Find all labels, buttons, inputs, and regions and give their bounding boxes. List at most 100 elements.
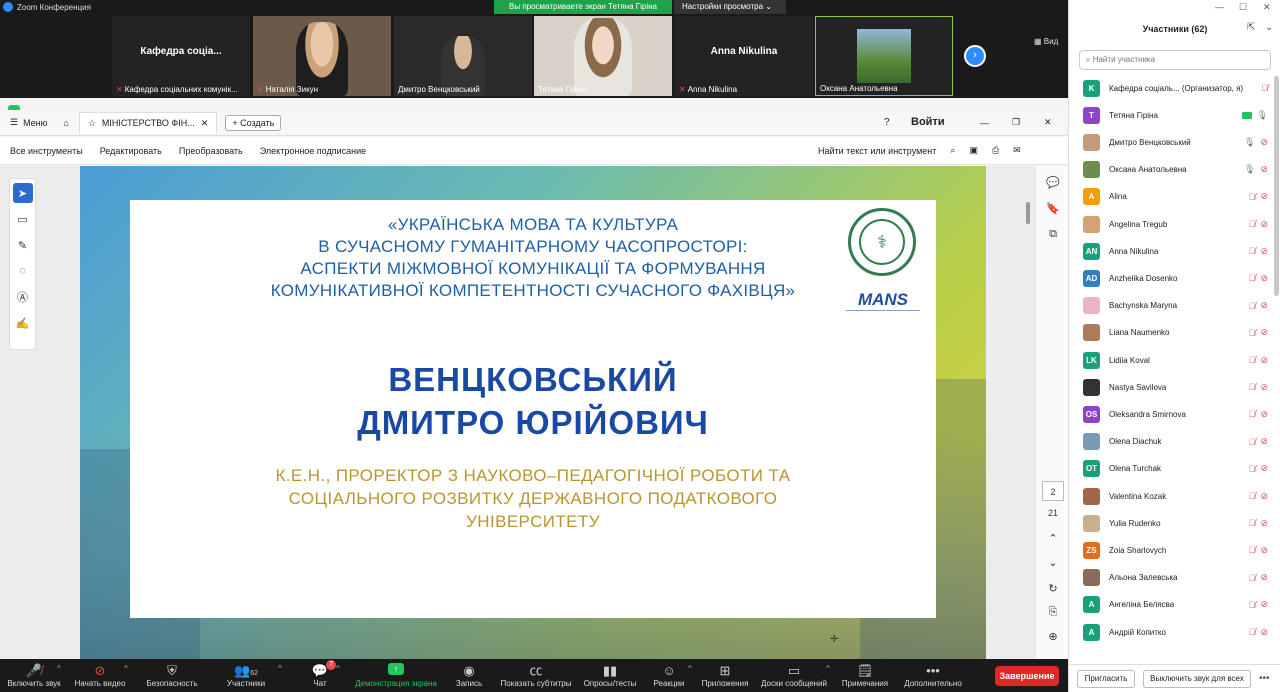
chevron-down-icon[interactable]: ⌄	[1045, 556, 1061, 572]
participant-row[interactable]: Дмитро Венцковський 🎙 ⊘	[1069, 130, 1274, 154]
video-tile[interactable]: Оксана Анатольевна	[815, 16, 953, 96]
chevron-up-icon[interactable]: ^	[336, 664, 340, 673]
participant-row[interactable]: Оксана Анатольевна 🎙 ⊘	[1069, 158, 1274, 182]
participant-row[interactable]: A Ангеліна Белясва 🎙̸ ⊘	[1069, 593, 1274, 617]
more-button[interactable]: ••• Дополнительно	[902, 659, 964, 692]
participant-row[interactable]: ZS Zoia Sharlovych 🎙̸ ⊘	[1069, 538, 1274, 562]
fit-page-icon[interactable]: ⎘	[1045, 606, 1061, 622]
chevron-up-icon[interactable]: ^	[57, 664, 61, 673]
pop-out-icon[interactable]: ⇱	[1247, 22, 1255, 33]
share-screen-icon: ↑	[388, 663, 404, 675]
participant-row[interactable]: Liana Naumenko 🎙̸ ⊘	[1069, 321, 1274, 345]
participant-row[interactable]: T Тетяна Гіріна 🎙	[1069, 103, 1274, 127]
find-label[interactable]: Найти текст или инструмент	[818, 146, 936, 156]
all-tools-button[interactable]: Все инструменты	[10, 146, 83, 156]
unmute-button[interactable]: 🎤̸ Включить звук	[6, 659, 62, 692]
participants-button[interactable]: 👥62 Участники	[226, 659, 266, 692]
lasso-icon[interactable]: ◌	[13, 261, 33, 281]
text-select-icon[interactable]: Ⓐ	[13, 287, 33, 307]
captions-button[interactable]: ㏄ Показать субтитры	[500, 659, 572, 692]
video-tile[interactable]: ✕ Наталія Зикун	[253, 16, 391, 96]
share-screen-button[interactable]: ↑ Демонстрация экрана	[354, 659, 438, 692]
participant-row[interactable]: K Кафедра соціаль... (Организатор, я) 🎙̸	[1069, 76, 1274, 100]
sign-icon[interactable]: ✍	[13, 313, 33, 333]
create-button[interactable]: + Создать	[225, 114, 282, 131]
participant-row[interactable]: A Alina 🎙̸ ⊘	[1069, 185, 1274, 209]
start-video-button[interactable]: ⊘ Начать видео	[74, 659, 126, 692]
video-tile[interactable]: Кафедра соціа... ✕ Кафедра соціальних ком…	[112, 16, 250, 96]
minimize-icon[interactable]: —	[1215, 2, 1224, 12]
print-icon[interactable]: ⎙	[992, 145, 999, 156]
chat-button[interactable]: 💬 7 Чат	[308, 659, 337, 692]
mic-muted-icon: 🎙̸	[1248, 463, 1256, 474]
select-cursor-icon[interactable]: ➤	[12, 183, 33, 203]
rotate-icon[interactable]: ↻	[1045, 582, 1061, 598]
video-tile[interactable]: Anna Nikulina ✕ Anna Nikulina	[675, 16, 813, 96]
chevron-up-icon[interactable]: ^	[278, 664, 282, 673]
participant-row[interactable]: Nastya Savilova 🎙̸ ⊘	[1069, 375, 1274, 399]
record-button[interactable]: ◉ Запись	[454, 659, 484, 692]
view-settings-dropdown[interactable]: Настройки просмотра ⌄	[674, 0, 786, 14]
mouse-cursor-icon: ✛	[830, 634, 839, 645]
maximize-icon[interactable]: ❐	[1012, 117, 1020, 128]
next-page-arrow-icon[interactable]: ›	[964, 45, 986, 67]
participant-row[interactable]: Bachynska Maryna 🎙̸ ⊘	[1069, 294, 1274, 318]
apps-button[interactable]: ⊞ Приложения	[700, 659, 750, 692]
esign-button[interactable]: Электронное подписание	[260, 146, 366, 156]
help-icon[interactable]: ?	[884, 117, 890, 128]
reactions-button[interactable]: ☺ Реакции	[652, 659, 686, 692]
notes-button[interactable]: 🗒 Примечания	[840, 659, 890, 692]
participant-row[interactable]: Olena Diachuk 🎙̸ ⊘	[1069, 430, 1274, 454]
save-icon[interactable]: ▣	[969, 145, 978, 156]
home-icon[interactable]: ⌂	[57, 118, 74, 128]
security-button[interactable]: ⛨ Безопасность	[146, 659, 198, 692]
current-page-field[interactable]: 2	[1042, 481, 1064, 501]
minimize-icon[interactable]: —	[980, 118, 989, 128]
close-icon[interactable]: ✕	[201, 118, 209, 129]
invite-button[interactable]: Пригласить	[1077, 670, 1135, 688]
chevron-up-icon[interactable]: ^	[826, 664, 830, 673]
video-tile[interactable]: Тетяна Гіріна	[534, 16, 672, 96]
participant-row[interactable]: Yulia Rudenko 🎙̸ ⊘	[1069, 511, 1274, 535]
comment-icon[interactable]: ▭	[13, 209, 33, 229]
pages-icon[interactable]: ⧉	[1045, 228, 1061, 244]
participant-row[interactable]: A Андрій Копитко 🎙̸ ⊘	[1069, 620, 1274, 644]
maximize-icon[interactable]: ☐	[1239, 2, 1247, 13]
polls-button[interactable]: ▮▮ Опросы/тесты	[582, 659, 638, 692]
participant-row[interactable]: Альона Залевська 🎙̸ ⊘	[1069, 566, 1274, 590]
close-window-icon[interactable]: ✕	[1263, 2, 1271, 13]
participant-row[interactable]: OT Olena Turchak 🎙̸ ⊘	[1069, 457, 1274, 481]
participant-list-scrollbar[interactable]	[1274, 76, 1279, 296]
convert-button[interactable]: Преобразовать	[179, 146, 243, 156]
chevron-up-icon[interactable]: ^	[688, 664, 692, 673]
whiteboards-button[interactable]: ▭ Доски сообщений	[760, 659, 828, 692]
end-meeting-button[interactable]: Завершение	[995, 666, 1059, 686]
chevron-down-icon[interactable]: ⌄	[1265, 22, 1273, 33]
menu-button[interactable]: ☰ Меню	[0, 117, 57, 128]
participant-row[interactable]: LK Lidiia Koval 🎙̸ ⊘	[1069, 348, 1274, 372]
login-button[interactable]: Войти	[911, 116, 945, 128]
close-window-icon[interactable]: ✕	[1044, 117, 1052, 128]
chevron-up-icon[interactable]: ^	[124, 664, 128, 673]
video-tile[interactable]: Дмитро Венцковський	[394, 16, 532, 96]
participant-row[interactable]: OS Oleksandra Smirnova 🎙̸ ⊘	[1069, 402, 1274, 426]
edit-button[interactable]: Редактировать	[100, 146, 162, 156]
pen-icon[interactable]: ✎	[13, 235, 33, 255]
participant-search-input[interactable]: ⌕ Найти участника	[1079, 50, 1271, 70]
participant-row[interactable]: Angelina Tregub 🎙̸ ⊘	[1069, 212, 1274, 236]
chevron-up-icon[interactable]: ⌃	[1045, 532, 1061, 548]
star-icon[interactable]: ☆	[88, 118, 96, 129]
zoom-in-icon[interactable]: ⊕	[1045, 630, 1061, 646]
participant-row[interactable]: Valentina Kozak 🎙̸ ⊘	[1069, 484, 1274, 508]
comments-panel-icon[interactable]: 💬	[1045, 176, 1061, 192]
bookmark-icon[interactable]: 🔖	[1045, 202, 1061, 218]
view-layout-button[interactable]: ▦ Вид	[1034, 37, 1058, 46]
search-icon[interactable]: ⌕	[950, 145, 955, 156]
more-options-icon[interactable]: •••	[1259, 673, 1270, 684]
mail-icon[interactable]: ✉	[1013, 145, 1021, 156]
document-scrollbar[interactable]	[1026, 202, 1030, 224]
participant-row[interactable]: AD Anzhelika Dosenko 🎙̸ ⊘	[1069, 266, 1274, 290]
mute-all-button[interactable]: Выключить звук для всех	[1143, 670, 1251, 688]
document-tab[interactable]: ☆ МІНІСТЕРСТВО ФІН... ✕	[78, 111, 218, 134]
participant-row[interactable]: AN Anna Nikulina 🎙̸ ⊘	[1069, 239, 1274, 263]
